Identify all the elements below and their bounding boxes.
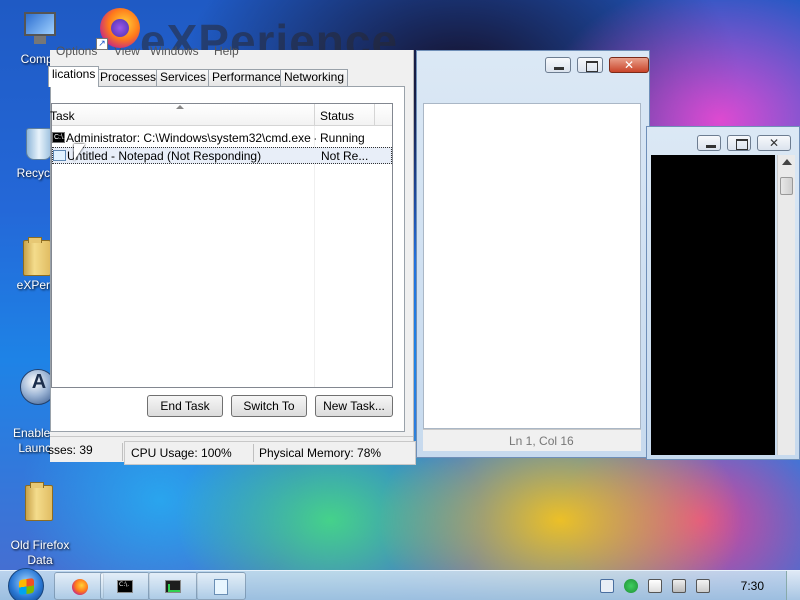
scroll-thumb[interactable] (780, 177, 793, 195)
task-manager-icon (165, 580, 181, 593)
close-button[interactable]: ✕ (757, 135, 791, 151)
clock[interactable]: 7:30 (741, 579, 764, 593)
table-row[interactable]: Untitled - Notepad (Not Responding) Not … (52, 147, 392, 164)
task-list-header: Task Status (50, 104, 392, 126)
maximize-button[interactable] (577, 57, 603, 73)
close-icon: ✕ (623, 58, 635, 72)
column-header-task[interactable]: Task (50, 109, 75, 123)
tray-document-icon[interactable] (600, 579, 614, 593)
mouse-cursor (74, 144, 85, 161)
task-name: Untitled - Notepad (Not Responding) (67, 149, 262, 163)
shortcut-arrow-icon: ↗ (96, 38, 108, 50)
scroll-up-icon[interactable] (782, 159, 792, 165)
cpu-usage: CPU Usage: 100% (131, 446, 232, 460)
notepad-icon (214, 579, 228, 595)
computer-icon (20, 8, 60, 50)
tab-services[interactable]: Services (156, 69, 211, 86)
taskbar-task-manager-button[interactable] (148, 572, 198, 600)
switch-to-button[interactable]: Switch To (231, 395, 307, 417)
physical-memory: Physical Memory: 78% (259, 446, 382, 460)
start-button[interactable] (8, 568, 44, 600)
menu-options[interactable]: Options (56, 44, 97, 58)
desktop-icon-label: Old Firefox Data (10, 538, 70, 567)
notepad-status-bar: Ln 1, Col 16 (423, 429, 641, 451)
minimize-button[interactable] (545, 57, 571, 73)
task-list[interactable]: Task Status C:\. Administrator: C:\Windo… (50, 103, 393, 388)
notepad-window[interactable]: ✕ Ln 1, Col 16 (416, 50, 650, 458)
cmd-icon: C:\. (117, 580, 133, 593)
minimize-button[interactable] (697, 135, 721, 151)
taskbar-cmd-button[interactable]: C:\. (100, 572, 150, 600)
tab-networking[interactable]: Networking (280, 69, 349, 86)
notepad-icon (53, 150, 66, 161)
notepad-text-area[interactable] (423, 103, 641, 429)
taskbar-firefox-button[interactable] (54, 572, 104, 600)
task-name: Administrator: C:\Windows\system32\cmd.e… (66, 131, 316, 145)
new-task-button[interactable]: New Task... (315, 395, 393, 417)
tray-security-icon[interactable] (624, 579, 638, 593)
maximize-button[interactable] (727, 135, 751, 151)
cmd-window[interactable]: ✕ (646, 126, 800, 460)
task-status: Not Re... (321, 149, 369, 163)
show-desktop-button[interactable] (786, 571, 800, 600)
desktop-icon-old-firefox-data[interactable]: Old Firefox Data (0, 464, 80, 583)
tray-flag-icon[interactable] (648, 579, 662, 593)
task-manager-window[interactable]: Options View Windows Help lications Proc… (48, 44, 414, 462)
tab-processes[interactable]: Processes (96, 69, 161, 86)
taskbar-notepad-button[interactable] (196, 572, 246, 600)
cursor-position: Ln 1, Col 16 (509, 434, 574, 448)
folder-icon (20, 479, 60, 521)
tab-applications[interactable]: lications (48, 66, 100, 87)
firefox-icon (72, 579, 88, 595)
console-area[interactable] (651, 155, 775, 455)
tab-strip: lications Processes Services Performance… (48, 66, 413, 87)
vertical-scrollbar[interactable] (777, 155, 795, 455)
menu-bar: Options View Windows Help (50, 44, 413, 64)
sort-ascending-icon (176, 105, 184, 109)
tray-network-icon[interactable] (672, 579, 686, 593)
task-status: Running (320, 131, 365, 145)
end-task-button[interactable]: End Task (147, 395, 223, 417)
close-icon: ✕ (768, 136, 780, 150)
process-count: sses: 39 (48, 443, 93, 457)
tab-performance[interactable]: Performance (208, 69, 285, 86)
menu-help[interactable]: Help (214, 44, 239, 58)
close-button[interactable]: ✕ (609, 57, 649, 73)
menu-windows[interactable]: Windows (150, 44, 199, 58)
task-manager-status-bar-extended: CPU Usage: 100% Physical Memory: 78% (124, 441, 416, 465)
column-header-status[interactable]: Status (320, 109, 354, 123)
taskbar: C:\. 7:30 (0, 568, 800, 600)
table-row[interactable]: C:\. Administrator: C:\Windows\system32\… (52, 130, 392, 147)
cmd-icon: C:\. (52, 132, 65, 143)
tray-volume-muted-icon[interactable] (696, 579, 710, 593)
applications-panel: Task Status C:\. Administrator: C:\Windo… (50, 86, 405, 432)
